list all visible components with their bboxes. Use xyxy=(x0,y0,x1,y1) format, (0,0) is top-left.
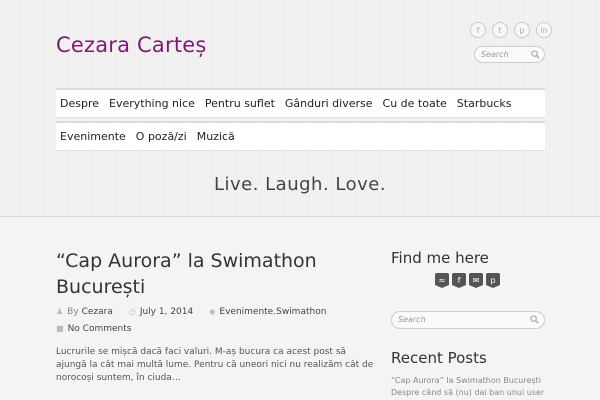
search-icon[interactable] xyxy=(531,49,540,64)
post-date-link[interactable]: July 1, 2014 xyxy=(140,307,193,317)
search-icon[interactable] xyxy=(530,314,539,330)
tag-icon: ◆ xyxy=(209,307,216,316)
sidebar-search-input[interactable]: Search xyxy=(391,311,545,329)
clock-icon: ◷ xyxy=(128,307,136,316)
facebook-icon[interactable]: f xyxy=(470,22,486,38)
recent-post-link[interactable]: Despre când să (nu) dai ban unui user xyxy=(391,387,551,399)
facebook-icon[interactable]: f xyxy=(452,273,466,288)
nav-item-cu-de-toate[interactable]: Cu de toate xyxy=(383,97,447,110)
site-title[interactable]: Cezara Carteș xyxy=(56,33,207,57)
post-author-link[interactable]: Cezara xyxy=(82,307,113,317)
email-icon[interactable]: ✉ xyxy=(469,273,483,288)
site-tagline: Live. Laugh. Love. xyxy=(213,174,387,195)
pinterest-icon[interactable]: p xyxy=(486,273,500,288)
comment-icon: ■ xyxy=(56,324,64,333)
social-links: f t p in xyxy=(470,22,552,38)
find-me-icons: ≈ f ✉ p xyxy=(435,273,500,288)
nav-item-despre[interactable]: Despre xyxy=(60,97,99,110)
search-placeholder: Search xyxy=(398,315,426,324)
post-comments-link[interactable]: No Comments xyxy=(68,324,132,334)
header-search-input[interactable]: Search xyxy=(474,46,545,63)
nav-item-everything-nice[interactable]: Everything nice xyxy=(109,97,195,110)
recent-posts-list: “Cap Aurora” la Swimathon București Desp… xyxy=(391,375,551,399)
nav-item-evenimente[interactable]: Evenimente xyxy=(60,130,126,143)
rss-icon[interactable]: ≈ xyxy=(435,273,449,288)
main-nav-row-2: Evenimente O poză/zi Muzică xyxy=(56,121,545,151)
user-icon: ♟ xyxy=(56,307,64,316)
post-meta: ♟ By Cezara ◷ July 1, 2014 ◆ Evenimente,… xyxy=(56,305,356,335)
nav-item-pentru-suflet[interactable]: Pentru suflet xyxy=(205,97,275,110)
category-evenimente-link[interactable]: Evenimente xyxy=(219,307,273,317)
post-excerpt: Lucrurile se mișcă dacă faci valuri. M-a… xyxy=(56,347,374,383)
category-swimathon-link[interactable]: Swimathon xyxy=(276,307,326,317)
main-nav-row-1: Despre Everything nice Pentru suflet Gân… xyxy=(56,88,545,118)
twitter-icon[interactable]: t xyxy=(492,22,508,38)
recent-posts-heading: Recent Posts xyxy=(391,349,487,367)
post-author-prefix: By xyxy=(67,306,79,317)
search-placeholder: Search xyxy=(481,50,509,59)
post-title[interactable]: “Cap Aurora” la Swimathon București xyxy=(56,248,356,300)
nav-item-o-poza-zi[interactable]: O poză/zi xyxy=(136,130,187,143)
nav-item-starbucks[interactable]: Starbucks xyxy=(457,97,512,110)
linkedin-icon[interactable]: in xyxy=(536,22,552,38)
page: Cezara Carteș f t p in Search Despre Eve… xyxy=(0,0,600,400)
pinterest-icon[interactable]: p xyxy=(514,22,530,38)
find-me-heading: Find me here xyxy=(391,249,489,267)
nav-item-muzica[interactable]: Muzică xyxy=(197,130,235,143)
nav-item-ganduri-diverse[interactable]: Gânduri diverse xyxy=(285,97,373,110)
recent-post-link[interactable]: “Cap Aurora” la Swimathon București xyxy=(391,375,551,387)
